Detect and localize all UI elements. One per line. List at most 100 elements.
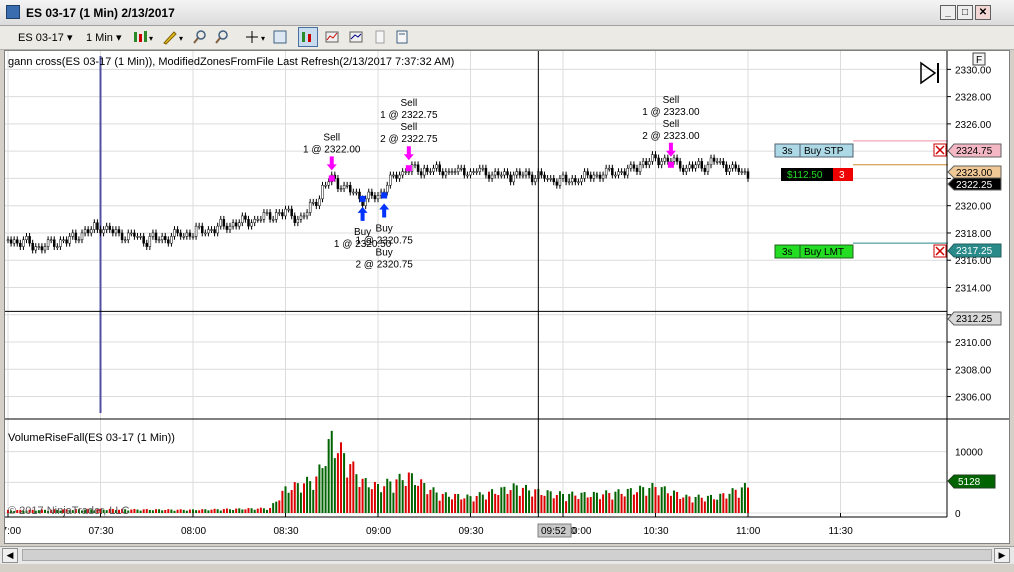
cancel-stop-icon[interactable]	[933, 143, 947, 157]
price-bar-body	[567, 181, 571, 184]
data-box-icon[interactable]	[372, 29, 388, 45]
svg-text:2312.25: 2312.25	[956, 314, 993, 325]
price-bar-body	[472, 171, 475, 173]
properties-icon[interactable]	[272, 29, 288, 45]
price-bar-body	[321, 184, 324, 200]
interval-selector[interactable]: 1 Min ▾	[86, 31, 122, 44]
indicators-icon[interactable]	[348, 29, 364, 45]
price-bar-body	[725, 164, 728, 172]
price-bar-body	[355, 191, 358, 194]
price-bar-body	[509, 174, 512, 183]
volume-bar	[466, 494, 469, 513]
volume-bar	[358, 487, 361, 513]
volume-bar	[266, 509, 268, 513]
sell-marker-label: 2 @ 2322.75	[380, 134, 438, 145]
price-bar-body	[555, 181, 559, 186]
volume-bar	[417, 485, 420, 513]
templates-icon[interactable]	[394, 29, 410, 45]
volume-bar	[747, 487, 749, 513]
buy-execution-dot	[359, 195, 366, 202]
volume-bar	[595, 492, 598, 513]
price-bar-body	[598, 174, 602, 179]
drawing-tool-icon[interactable]: ▾	[162, 29, 186, 45]
price-bar-body	[225, 225, 229, 230]
f-button[interactable]: F	[972, 52, 986, 66]
volume-bar	[222, 509, 225, 513]
price-bar-body	[238, 222, 241, 227]
minimize-button[interactable]: _	[940, 5, 956, 20]
strategies-icon[interactable]	[324, 29, 340, 45]
volume-bar	[386, 478, 389, 513]
price-tick-label: 2306.00	[955, 393, 992, 404]
price-bar-body	[62, 239, 65, 242]
price-bar-body	[99, 229, 102, 234]
price-bar-body	[216, 225, 219, 234]
volume-bar	[330, 430, 333, 513]
price-bar-body	[688, 164, 691, 169]
price-bar-body	[49, 239, 53, 242]
price-bar-body	[312, 202, 315, 204]
cancel-limit-icon[interactable]	[933, 244, 947, 258]
scroll-right-icon[interactable]: ▶	[994, 548, 1010, 563]
price-bar-body	[336, 178, 340, 189]
price-bar-body	[672, 157, 676, 162]
price-bar-body	[6, 239, 10, 242]
price-tick-label: 2314.00	[955, 283, 992, 294]
stop-order-tag[interactable]: 3s Buy STP	[774, 143, 854, 158]
price-bar-body	[450, 171, 454, 173]
volume-bar	[472, 501, 475, 513]
svg-text:0:00: 0:00	[572, 526, 592, 537]
volume-bar	[173, 510, 176, 513]
close-button[interactable]: ✕	[975, 5, 991, 20]
stop-price-badge: 2324.75	[947, 143, 1002, 158]
price-bar-body	[641, 161, 645, 166]
price-bar-body	[324, 184, 327, 187]
price-bar-body	[395, 174, 398, 179]
volume-bar	[204, 509, 207, 513]
volume-bar	[195, 510, 198, 513]
volume-bar	[494, 493, 497, 513]
play-to-end-icon[interactable]	[920, 61, 939, 85]
chart-trader-icon[interactable]	[298, 27, 318, 47]
position-tag[interactable]: $112.50 3	[781, 168, 853, 181]
chart-area[interactable]: Sell 1 @ 2322.00 Sell 1 @ 2322.75 Sell 2 @ 23…	[4, 50, 1010, 544]
price-tick-label: 2316.00	[955, 256, 992, 267]
price-bar-body	[635, 167, 639, 172]
price-bar-body	[626, 167, 629, 176]
price-bar-body	[392, 174, 395, 177]
bar-type-icon[interactable]: ▾	[132, 29, 154, 45]
horizontal-scrollbar[interactable]: ◀ ▶	[0, 546, 1014, 564]
sell-marker-label: Sell	[400, 98, 417, 109]
volume-bar	[716, 499, 719, 513]
volume-bar	[728, 493, 731, 513]
scroll-left-icon[interactable]: ◀	[2, 548, 18, 563]
price-bar-body	[256, 219, 259, 221]
maximize-button[interactable]: □	[957, 5, 973, 20]
volume-bar	[444, 492, 447, 513]
volume-bar	[321, 468, 324, 513]
price-bar-body	[164, 236, 167, 241]
price-bar-body	[564, 174, 568, 183]
volume-bar	[198, 510, 201, 513]
chart-canvas[interactable]: Sell1 @ 2322.00Sell1 @ 2322.75Sell2 @ 23…	[5, 51, 1009, 543]
price-bar-body	[265, 212, 269, 214]
stop-order-qty: 3s	[782, 146, 793, 157]
volume-bar	[648, 487, 651, 513]
scrollbar-thumb[interactable]	[22, 549, 992, 561]
price-bar-body	[376, 195, 380, 200]
zoom-in-icon[interactable]	[192, 29, 208, 45]
price-bar-body	[709, 157, 713, 166]
price-bar-body	[426, 167, 429, 172]
price-bar-body	[389, 174, 392, 186]
price-bar-body	[207, 229, 210, 234]
volume-bar	[481, 494, 484, 513]
price-bar-body	[645, 161, 648, 166]
volume-bar	[497, 495, 500, 513]
zoom-out-icon[interactable]	[214, 29, 230, 45]
limit-order-tag[interactable]: 3s Buy LMT	[774, 244, 854, 259]
sell-execution-dot	[405, 165, 412, 172]
instrument-selector[interactable]: ES 03-17 ▾	[18, 31, 72, 44]
price-bar-body	[145, 242, 148, 247]
crosshair-icon[interactable]: ▾	[244, 29, 268, 45]
window-titlebar[interactable]: ES 03-17 (1 Min) 2/13/2017 _ □ ✕	[0, 0, 1014, 26]
